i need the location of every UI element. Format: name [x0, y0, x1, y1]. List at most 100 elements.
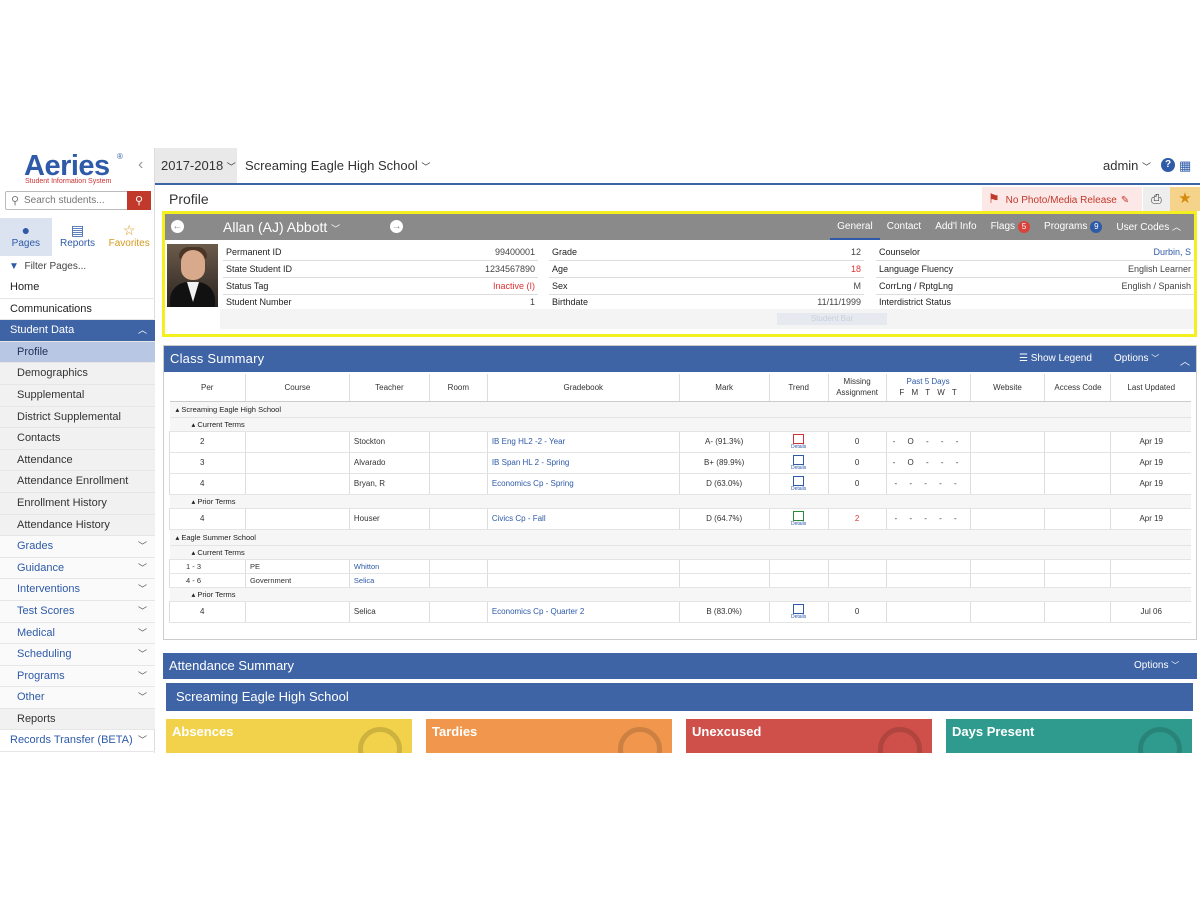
media-release-flag[interactable]: ⚑ No Photo/Media Release ✎	[982, 187, 1142, 211]
gradebook-link[interactable]: Civics Cp - Fall	[487, 508, 680, 530]
col-missing[interactable]: Missing Assignment	[828, 374, 887, 402]
tab-reports[interactable]: ▤ Reports	[52, 218, 104, 256]
col-website[interactable]: Website	[970, 374, 1046, 402]
tile-tardies[interactable]: Tardies	[426, 719, 672, 753]
search-input[interactable]	[24, 195, 124, 206]
group-row: ▴ Screaming Eagle High School	[169, 401, 1191, 418]
tile-absences[interactable]: Absences	[166, 719, 412, 753]
warning-icon	[878, 727, 922, 753]
grid-icon[interactable]: ▦	[1179, 158, 1191, 174]
trend-details[interactable]: Details	[769, 601, 829, 623]
nav-records-transfer[interactable]: Records Transfer (BETA) ﹀	[0, 730, 155, 753]
gradebook-link[interactable]: Economics Cp - Quarter 2	[487, 601, 680, 623]
col-per[interactable]: Per	[169, 374, 246, 402]
favorite-star-icon[interactable]: ★	[1170, 187, 1200, 211]
nav-district-supplemental[interactable]: District Supplemental	[0, 406, 155, 429]
attendance-school-bar[interactable]: Screaming Eagle High School	[166, 683, 1193, 711]
school-select[interactable]: Screaming Eagle High School ﹀	[245, 148, 430, 185]
chevron-down-icon: ﹀	[421, 162, 431, 172]
field-language-fluency: Language Fluency English Learner	[876, 261, 1194, 278]
col-trend[interactable]: Trend	[769, 374, 829, 402]
help-icon[interactable]: ?	[1161, 158, 1175, 172]
year-select[interactable]: 2017-2018 ﹀	[155, 148, 237, 183]
trend-details[interactable]: Details	[769, 508, 829, 530]
attendance-options-button[interactable]: Options ﹀	[1134, 660, 1179, 671]
nav-interventions[interactable]: Interventions ﹀	[0, 579, 155, 601]
show-legend-label: Show Legend	[1030, 353, 1092, 364]
nav-programs[interactable]: Programs ﹀	[0, 665, 155, 688]
nav-contacts[interactable]: Contacts	[0, 428, 155, 450]
tab-pages[interactable]: ● Pages	[0, 218, 52, 256]
trend-details[interactable]: Details	[769, 431, 829, 453]
gradebook-link[interactable]: IB Span HL 2 - Spring	[487, 452, 680, 474]
col-past5[interactable]: Past 5 Days F M T W T	[886, 374, 971, 402]
gradebook-link[interactable]: Economics Cp - Spring	[487, 473, 680, 495]
trend-details[interactable]: Details	[769, 473, 829, 495]
trend-details[interactable]: Details	[769, 452, 829, 474]
trend-chart-icon	[793, 455, 805, 465]
faint-button[interactable]: Student Bar	[777, 313, 887, 325]
col-updated[interactable]: Last Updated	[1110, 374, 1191, 402]
programs-badge: 9	[1090, 221, 1103, 233]
tab-programs[interactable]: Programs 9	[1037, 214, 1109, 240]
nav-enrollment-history[interactable]: Enrollment History	[0, 492, 155, 515]
col-gradebook[interactable]: Gradebook	[487, 374, 680, 402]
class-options-button[interactable]: Options ﹀	[1114, 353, 1159, 364]
col-access[interactable]: Access Code	[1044, 374, 1112, 402]
nav-scheduling[interactable]: Scheduling ﹀	[0, 644, 155, 666]
teacher-link[interactable]: Whitton	[349, 559, 430, 574]
nav-profile[interactable]: Profile	[0, 341, 155, 364]
tab-favorites[interactable]: ☆ Favorites	[103, 218, 155, 256]
student-name-select[interactable]: Allan (AJ) Abbott ﹀	[223, 219, 340, 235]
nav-attendance[interactable]: Attendance	[0, 449, 155, 472]
page-tabs: ● Pages ▤ Reports ☆ Favorites	[0, 218, 155, 256]
search-button[interactable]: ⚲	[127, 191, 151, 210]
nav-reports[interactable]: Reports	[0, 708, 155, 731]
tab-contact[interactable]: Contact	[880, 214, 928, 240]
nav-guidance-label: Guidance	[17, 561, 65, 574]
counselor-link[interactable]: Durbin, S	[1153, 244, 1191, 260]
nav-supplemental[interactable]: Supplemental	[0, 384, 155, 407]
nav-medical[interactable]: Medical ﹀	[0, 622, 155, 645]
nav-student-data[interactable]: Student Data ︿	[0, 320, 155, 342]
tab-flags[interactable]: Flags 5	[984, 214, 1037, 240]
gradebook-link[interactable]: IB Eng HL2 -2 - Year	[487, 431, 680, 453]
nav-programs-label: Programs	[17, 669, 65, 682]
nav-home[interactable]: Home	[0, 277, 155, 299]
nav-test-scores[interactable]: Test Scores ﹀	[0, 600, 155, 623]
nav-attendance-enrollment[interactable]: Attendance Enrollment	[0, 471, 155, 493]
filter-label: Filter Pages...	[24, 261, 87, 272]
nav-other[interactable]: Other ﹀	[0, 687, 155, 709]
field-sex: Sex M	[549, 278, 864, 295]
col-course[interactable]: Course	[245, 374, 350, 402]
tab-user-codes[interactable]: User Codes ︿	[1109, 214, 1188, 240]
tab-general[interactable]: General	[830, 214, 880, 240]
tile-days-present[interactable]: Days Present	[946, 719, 1192, 753]
collapse-icon[interactable]: ︿	[1180, 353, 1190, 368]
col-teacher[interactable]: Teacher	[349, 374, 430, 402]
subgroup-row: ▴ Prior Terms	[169, 587, 1191, 602]
col-room[interactable]: Room	[429, 374, 488, 402]
teacher-link[interactable]: Selica	[349, 573, 430, 588]
nav-guidance[interactable]: Guidance ﹀	[0, 557, 155, 580]
trend-chart-icon	[793, 434, 805, 444]
nav-communications[interactable]: Communications	[0, 299, 155, 321]
nav-grades[interactable]: Grades ﹀	[0, 536, 155, 558]
tile-unexcused[interactable]: Unexcused	[686, 719, 932, 753]
nav-attendance-history[interactable]: Attendance History	[0, 514, 155, 537]
show-legend-button[interactable]: ☰ Show Legend	[1019, 353, 1092, 364]
chevron-down-icon: ﹀	[1171, 661, 1180, 670]
edit-icon[interactable]: ✎	[1121, 195, 1129, 206]
collapse-sidebar-icon[interactable]: ‹	[138, 156, 143, 174]
col-mark[interactable]: Mark	[679, 374, 770, 402]
print-icon[interactable]: ⎙	[1143, 187, 1170, 211]
chevron-down-icon: ﹀	[137, 584, 147, 595]
brand-tagline: Student Information System	[25, 178, 112, 185]
user-menu[interactable]: admin ﹀	[1103, 148, 1151, 185]
nav-demographics[interactable]: Demographics	[0, 363, 155, 385]
aeries-logo[interactable]: Aeries ® Student Information System ‹	[0, 148, 154, 190]
filter-pages[interactable]: ▼ Filter Pages...	[0, 258, 155, 276]
tab-addl-info[interactable]: Add'l Info	[928, 214, 983, 240]
previous-student-icon[interactable]: ←	[171, 220, 184, 233]
next-student-icon[interactable]: →	[390, 220, 403, 233]
